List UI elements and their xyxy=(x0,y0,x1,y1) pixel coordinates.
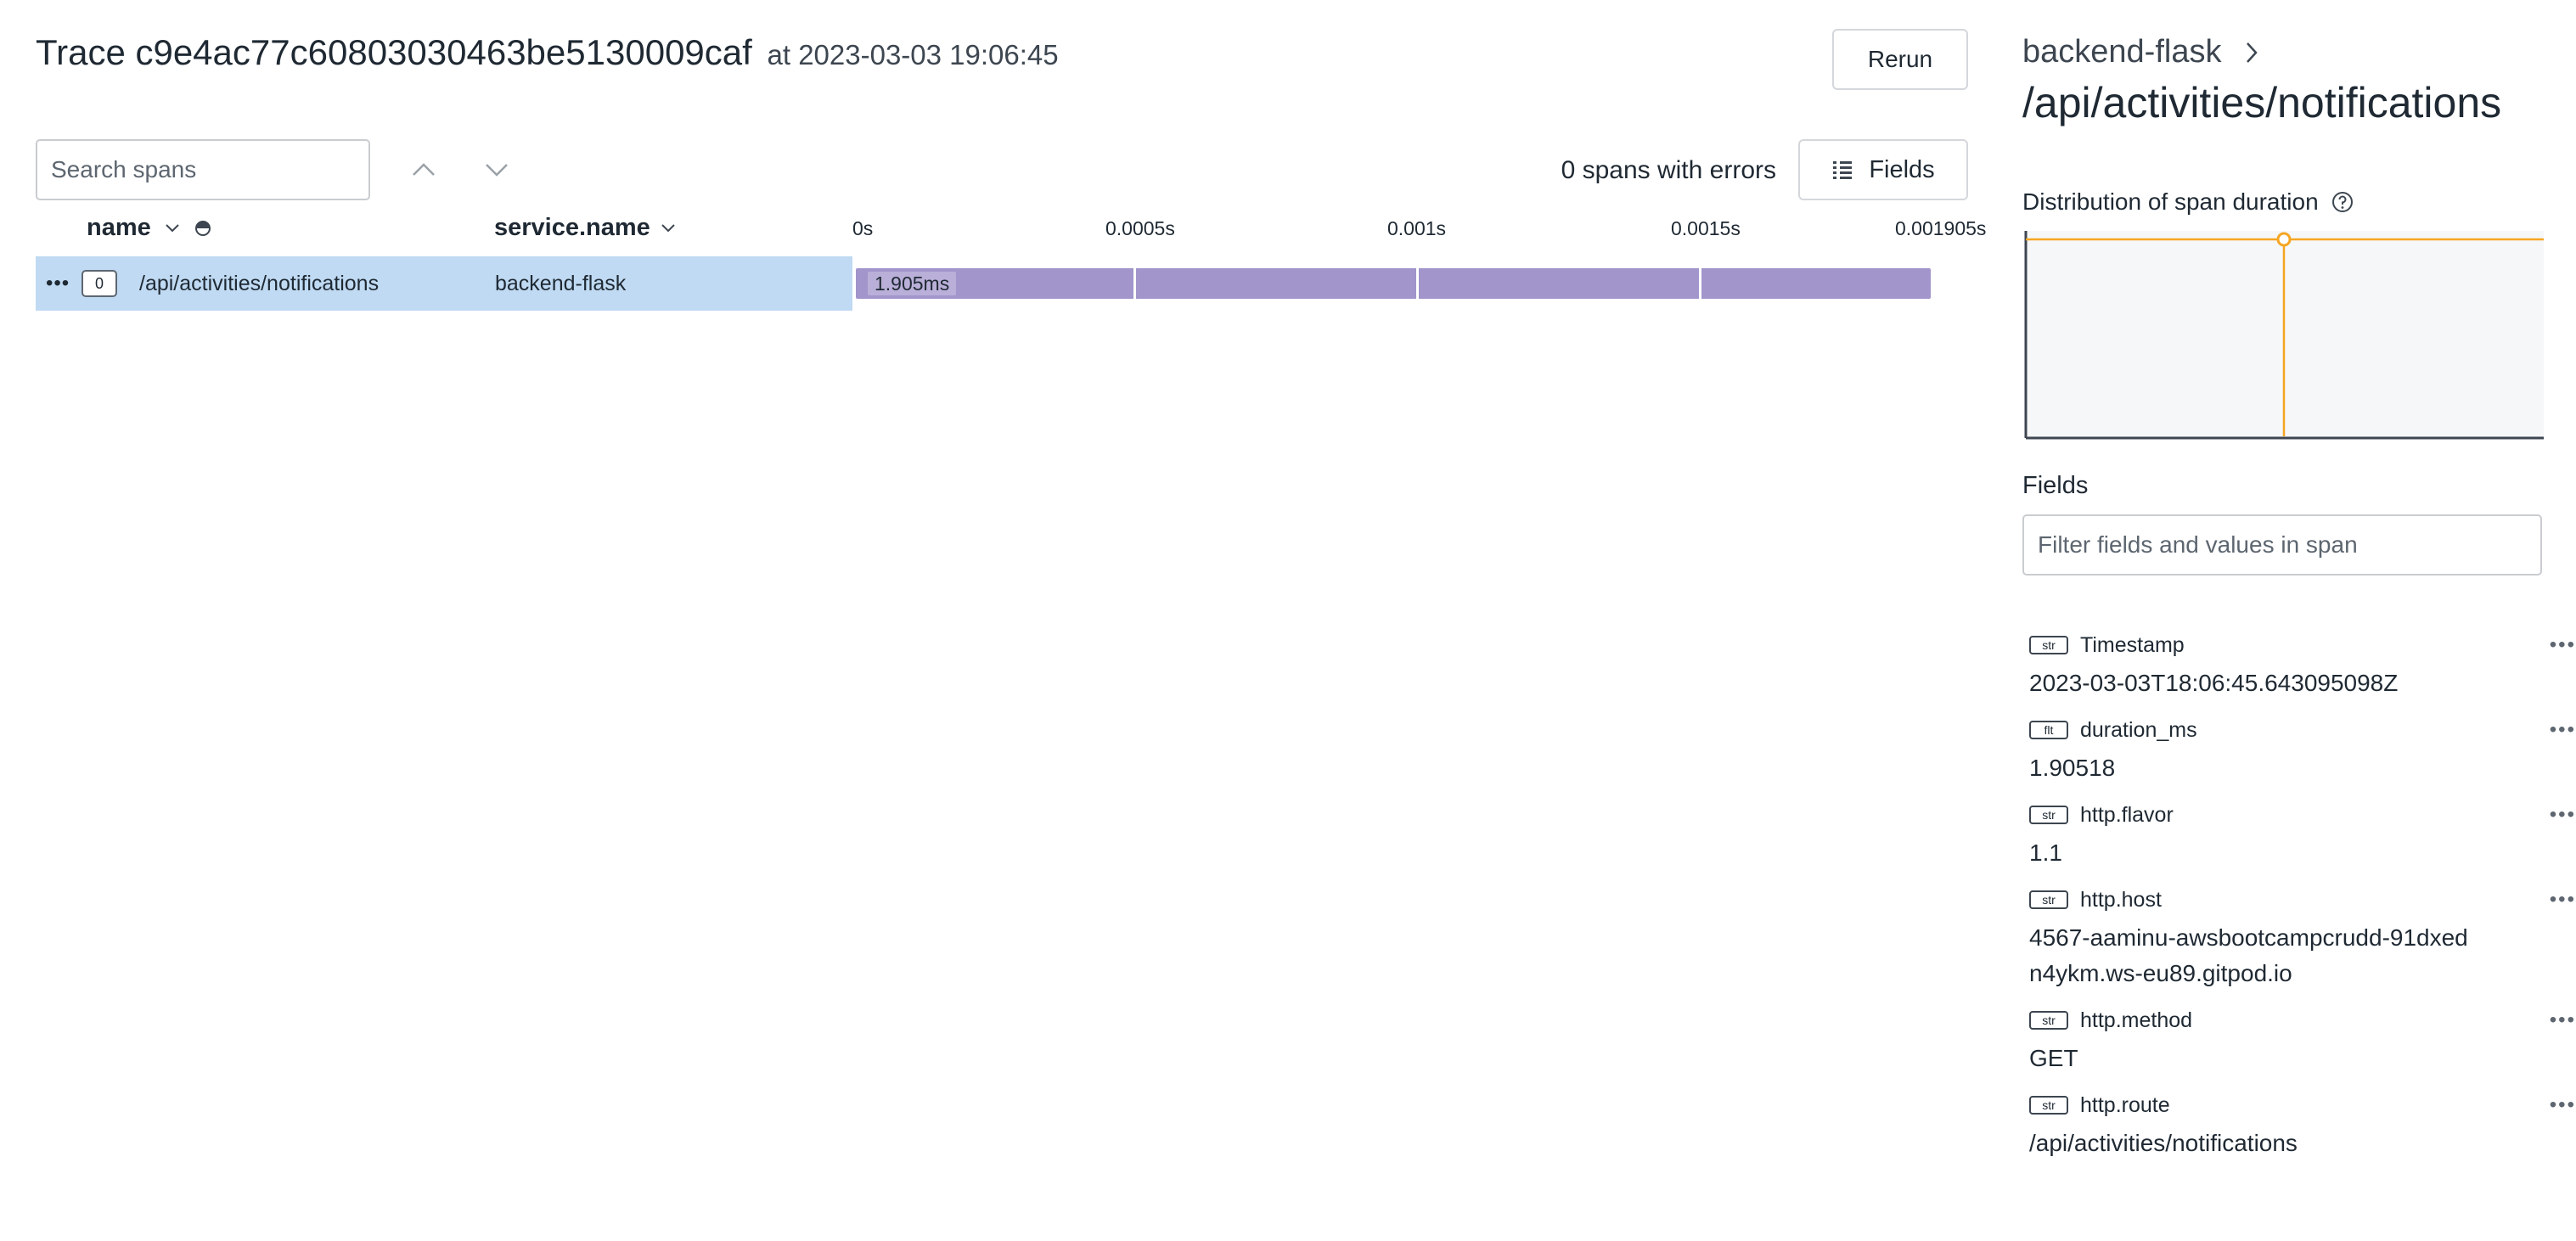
time-tick: 0s xyxy=(852,217,874,239)
field-item-http-host: str http.host 4567-aaminu-awsbootcampcru… xyxy=(2029,883,2576,1003)
span-field-list: str Timestamp 2023-03-03T18:06:45.643095… xyxy=(2029,628,2576,1173)
chevron-up-icon xyxy=(413,163,435,176)
duration-distribution-chart xyxy=(2024,231,2544,440)
trace-id-label: Trace c9e4ac77c60803030463be5130009caf xyxy=(36,32,752,72)
field-item-timestamp: str Timestamp 2023-03-03T18:06:45.643095… xyxy=(2029,628,2576,713)
field-type-badge: str xyxy=(2029,636,2068,654)
column-header-name[interactable]: name xyxy=(87,214,212,242)
timeline-gridline xyxy=(1416,268,1419,299)
more-options-icon[interactable]: ••• xyxy=(2550,1093,2576,1117)
span-service: backend-flask xyxy=(495,272,627,295)
distribution-title: Distribution of span duration xyxy=(2022,188,2354,216)
more-options-icon[interactable]: ••• xyxy=(2550,803,2576,827)
field-item-http-route: str http.route /api/activities/notificat… xyxy=(2029,1088,2576,1173)
columns-icon xyxy=(1833,161,1853,179)
span-duration-label: 1.905ms xyxy=(868,272,957,295)
timeline-gridline xyxy=(1699,268,1701,299)
column-header-service[interactable]: service.name xyxy=(494,214,676,242)
rerun-button[interactable]: Rerun xyxy=(1832,29,1968,90)
field-value: 1.1 xyxy=(2029,840,2062,866)
panel-service-name: backend-flask xyxy=(2022,34,2222,70)
more-options-icon[interactable]: ••• xyxy=(2550,633,2576,657)
next-match-button[interactable] xyxy=(465,139,528,200)
field-type-badge: str xyxy=(2029,806,2068,824)
trace-view: Trace c9e4ac77c60803030463be5130009caf a… xyxy=(0,0,2576,1241)
chevron-down-icon xyxy=(486,164,508,177)
time-tick: 0.0005s xyxy=(1105,217,1175,239)
trace-title: Trace c9e4ac77c60803030463be5130009caf a… xyxy=(36,32,1059,73)
help-icon[interactable] xyxy=(2331,190,2354,214)
more-options-icon[interactable]: ••• xyxy=(46,272,70,295)
search-spans-input[interactable] xyxy=(36,139,370,200)
field-key: http.flavor xyxy=(2080,802,2174,827)
field-item-http-method: str http.method GET ••• xyxy=(2029,1003,2576,1088)
fields-button[interactable]: Fields xyxy=(1798,139,1968,200)
time-tick: 0.001s xyxy=(1387,217,1447,239)
more-options-icon[interactable]: ••• xyxy=(2550,1008,2576,1032)
panel-span-name: /api/activities/notifications xyxy=(2022,79,2502,126)
trace-main: Trace c9e4ac77c60803030463be5130009caf a… xyxy=(36,0,1986,1241)
span-error-count: 0 spans with errors xyxy=(1561,156,1776,184)
field-value: GET xyxy=(2029,1045,2078,1071)
span-toolbar: 0 spans with errors Fields xyxy=(36,139,1968,202)
field-value: 2023-03-03T18:06:45.643095098Z xyxy=(2029,670,2399,696)
chevron-down-icon xyxy=(661,223,675,232)
span-depth-badge: 0 xyxy=(82,270,117,297)
span-name: /api/activities/notifications xyxy=(139,272,380,295)
more-options-icon[interactable]: ••• xyxy=(2550,718,2576,742)
timeline-gridline xyxy=(1133,268,1136,299)
chevron-right-icon xyxy=(2247,42,2258,63)
tree-toggle-icon[interactable] xyxy=(194,219,212,238)
field-type-badge: str xyxy=(2029,890,2068,909)
fields-section-title: Fields xyxy=(2022,472,2089,499)
field-key: duration_ms xyxy=(2080,717,2197,742)
field-key: http.route xyxy=(2080,1092,2170,1117)
trace-timestamp: at 2023-03-03 19:06:45 xyxy=(767,39,1059,70)
column-service-label: service.name xyxy=(494,214,650,241)
time-tick: 0.001905s xyxy=(1895,217,1987,239)
time-tick: 0.0015s xyxy=(1671,217,1741,239)
field-value: 4567-aaminu-awsbootcampcrudd-91dxedn4ykm… xyxy=(2029,924,2468,986)
field-key: http.host xyxy=(2080,887,2162,912)
span-row[interactable]: ••• 0 /api/activities/notifications back… xyxy=(36,256,1968,311)
previous-match-button[interactable] xyxy=(392,139,455,200)
column-headers: name service.name 0s 0.0005s 0.001s 0.00… xyxy=(36,207,2005,250)
span-timeline: 1.905ms xyxy=(852,256,1968,311)
fields-button-label: Fields xyxy=(1869,155,1935,183)
trace-header: Trace c9e4ac77c60803030463be5130009caf a… xyxy=(36,29,1968,93)
column-name-label: name xyxy=(87,214,151,241)
span-duration-bar[interactable]: 1.905ms xyxy=(856,268,1931,299)
filter-fields-input[interactable] xyxy=(2022,514,2542,576)
distribution-title-label: Distribution of span duration xyxy=(2022,188,2319,215)
span-details-panel: backend-flask /api/activities/notificati… xyxy=(2022,0,2576,1241)
field-item-http-flavor: str http.flavor 1.1 ••• xyxy=(2029,798,2576,883)
field-type-badge: str xyxy=(2029,1096,2068,1115)
field-value: 1.90518 xyxy=(2029,755,2116,781)
current-span-point[interactable] xyxy=(2276,232,2292,247)
panel-service-link[interactable]: backend-flask xyxy=(2022,34,2258,70)
field-key: http.method xyxy=(2080,1008,2193,1032)
field-type-badge: flt xyxy=(2029,721,2068,739)
field-type-badge: str xyxy=(2029,1011,2068,1030)
field-item-duration-ms: flt duration_ms 1.90518 ••• xyxy=(2029,713,2576,798)
field-value: /api/activities/notifications xyxy=(2029,1130,2298,1156)
more-options-icon[interactable]: ••• xyxy=(2550,888,2576,912)
field-key: Timestamp xyxy=(2080,632,2185,657)
chevron-down-icon xyxy=(166,223,179,232)
